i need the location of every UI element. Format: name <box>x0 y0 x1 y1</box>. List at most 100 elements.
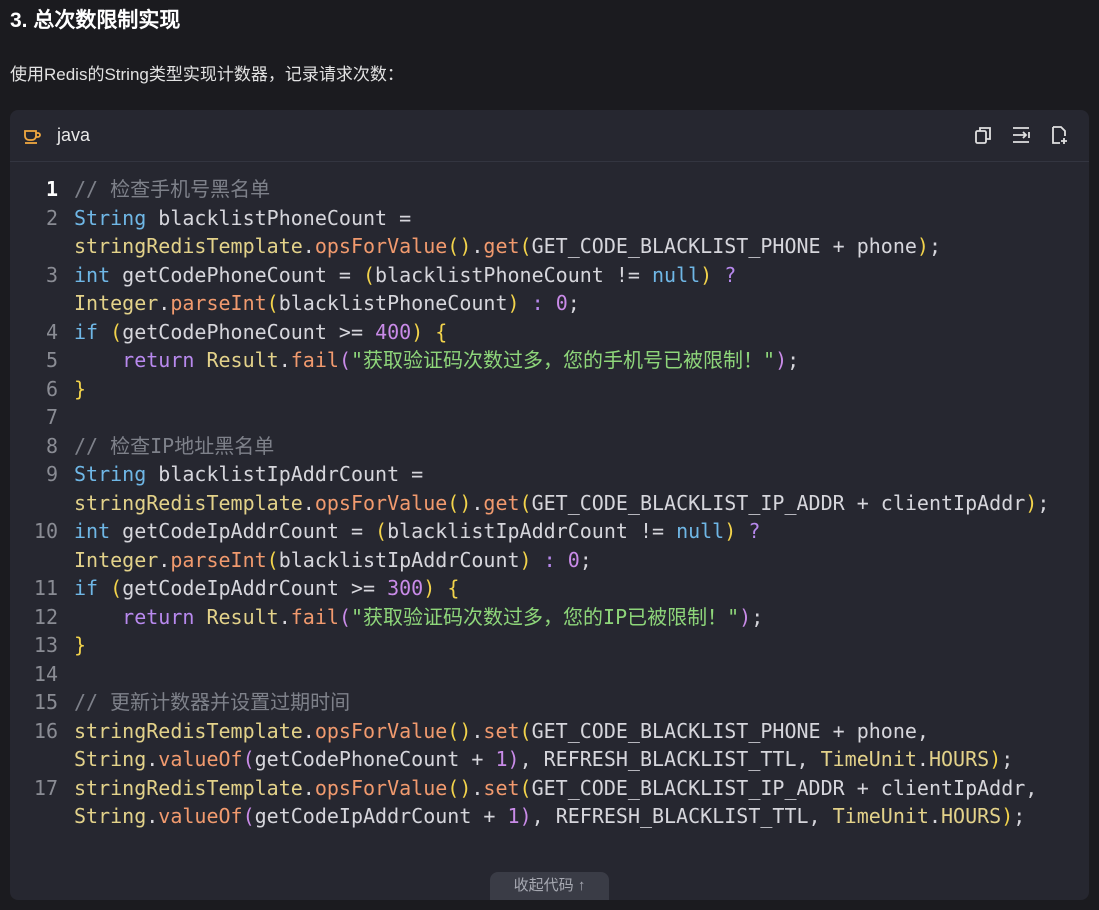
code-token: ( <box>338 348 351 372</box>
code-token: return <box>122 604 195 629</box>
code-line: 8 // 检查IP地址黑名单 <box>10 432 1089 461</box>
code-token: blacklistPhoneCount = <box>146 205 424 230</box>
line-number: 9 <box>45 462 58 486</box>
code-token: ) <box>724 519 737 543</box>
code-token: blacklistPhoneCount <box>278 291 508 315</box>
code-token: . <box>471 775 484 800</box>
code-token: blacklistPhoneCount != <box>375 262 652 287</box>
code-line: 14 <box>10 660 1089 689</box>
code-token: Result <box>206 604 279 629</box>
code-line: 4 if (getCodePhoneCount >= 400) { <box>10 318 1089 347</box>
code-token: ; <box>567 291 580 315</box>
code-line-text: stringRedisTemplate.opsForValue().set(GE… <box>58 717 1089 774</box>
code-token: valueOf <box>158 804 243 828</box>
code-token: // 检查手机号黑名单 <box>74 177 271 201</box>
code-token: return <box>122 348 195 372</box>
code-token: Result <box>206 348 279 372</box>
code-token: GET_CODE_BLACKLIST_IP_ADDR + clientIpAdd… <box>531 490 1026 515</box>
code-line-text: return Result.fail("获取验证码次数过多，您的手机号已被限制！… <box>58 346 1089 375</box>
code-token: GET_CODE_BLACKLIST_IP_ADDR + clientIpAdd… <box>531 775 1050 800</box>
line-number: 12 <box>33 604 58 629</box>
code-content: 1// 检查手机号黑名单 2 String blacklistPhoneCount … <box>10 175 1089 831</box>
code-token: ( <box>519 234 532 258</box>
code-line: 6} <box>10 375 1089 404</box>
code-token: ( <box>242 747 255 771</box>
code-line-text: // 检查手机号黑名单 <box>58 175 1089 204</box>
code-token: Integer <box>74 291 159 315</box>
code-token: } <box>74 376 87 401</box>
code-line: 12 return Result.fail("获取验证码次数过多，您的IP已被限… <box>10 603 1089 632</box>
code-token: String <box>74 747 147 771</box>
code-token: ( <box>242 804 255 828</box>
code-token: if <box>74 319 99 344</box>
code-token: ( <box>266 547 279 572</box>
code-token: ; <box>1013 804 1026 828</box>
code-token: opsForValue <box>314 775 448 800</box>
code-token: String <box>74 804 147 828</box>
coffee-cup-icon <box>22 125 42 145</box>
code-token: ) <box>519 804 532 828</box>
code-line-text: stringRedisTemplate.opsForValue().set(GE… <box>58 774 1089 831</box>
collapse-label: 收起代码 <box>513 877 574 894</box>
code-token: () <box>447 490 472 515</box>
copy-icon[interactable] <box>972 124 994 146</box>
line-number: 6 <box>45 376 58 401</box>
code-token: ( <box>110 319 123 344</box>
insert-file-icon[interactable] <box>1048 124 1070 146</box>
code-token: getCodePhoneCount >= <box>122 319 376 344</box>
line-number: 15 <box>33 690 58 714</box>
code-token: . <box>471 490 484 515</box>
collapse-code-button[interactable]: 收起代码 ↑ <box>490 872 609 900</box>
code-token: 300 <box>387 576 424 600</box>
code-token: ( <box>110 576 123 600</box>
code-token: opsForValue <box>314 490 448 515</box>
code-token: ) <box>989 747 1002 771</box>
code-line-text: int getCodeIpAddrCount = (blacklistIpAdd… <box>58 517 1089 574</box>
code-token: 1 <box>495 747 508 771</box>
code-token: 400 <box>375 319 412 344</box>
code-token: // 检查IP地址黑名单 <box>74 433 275 458</box>
code-token: { <box>435 319 448 344</box>
code-token: ) <box>700 262 713 287</box>
code-token: getCodePhoneCount = <box>110 262 363 287</box>
wrap-icon[interactable] <box>1010 124 1032 146</box>
code-language-label: java <box>57 125 91 145</box>
code-token: ( <box>266 291 279 315</box>
code-token: null <box>652 262 701 287</box>
line-number: 2 <box>45 205 58 230</box>
code-line-text: // 检查IP地址黑名单 <box>58 432 1089 461</box>
section-description: 使用Redis的String类型实现计数器，记录请求次数： <box>10 65 404 84</box>
code-line-text: if (getCodeIpAddrCount >= 300) { <box>58 574 1089 603</box>
code-header: java <box>10 110 1089 162</box>
code-line-text: String blacklistPhoneCount = stringRedis… <box>58 204 1089 261</box>
code-token: ( <box>363 262 376 287</box>
code-token: stringRedisTemplate <box>74 775 303 800</box>
code-line: 16 stringRedisTemplate.opsForValue().set(… <box>10 717 1089 774</box>
code-token: . <box>471 234 484 258</box>
code-token: set <box>483 718 520 743</box>
code-token: opsForValue <box>314 234 448 258</box>
code-token: ( <box>338 604 351 629</box>
code-token: ? <box>748 519 761 543</box>
line-number: 14 <box>33 661 58 686</box>
code-token: parseInt <box>170 291 267 315</box>
code-token: getCodeIpAddrCount + <box>254 804 508 828</box>
code-line: 9 String blacklistIpAddrCount = stringRed… <box>10 460 1089 517</box>
line-number: 5 <box>45 348 58 372</box>
code-token: ; <box>751 604 764 629</box>
code-token: ; <box>1001 747 1014 771</box>
code-token: 0 <box>567 547 580 572</box>
code-token: get <box>483 234 520 258</box>
code-token: ( <box>519 775 532 800</box>
code-token: ; <box>1037 490 1050 515</box>
line-number: 4 <box>45 319 58 344</box>
code-token: ) <box>507 291 520 315</box>
code-token: . <box>471 718 484 743</box>
